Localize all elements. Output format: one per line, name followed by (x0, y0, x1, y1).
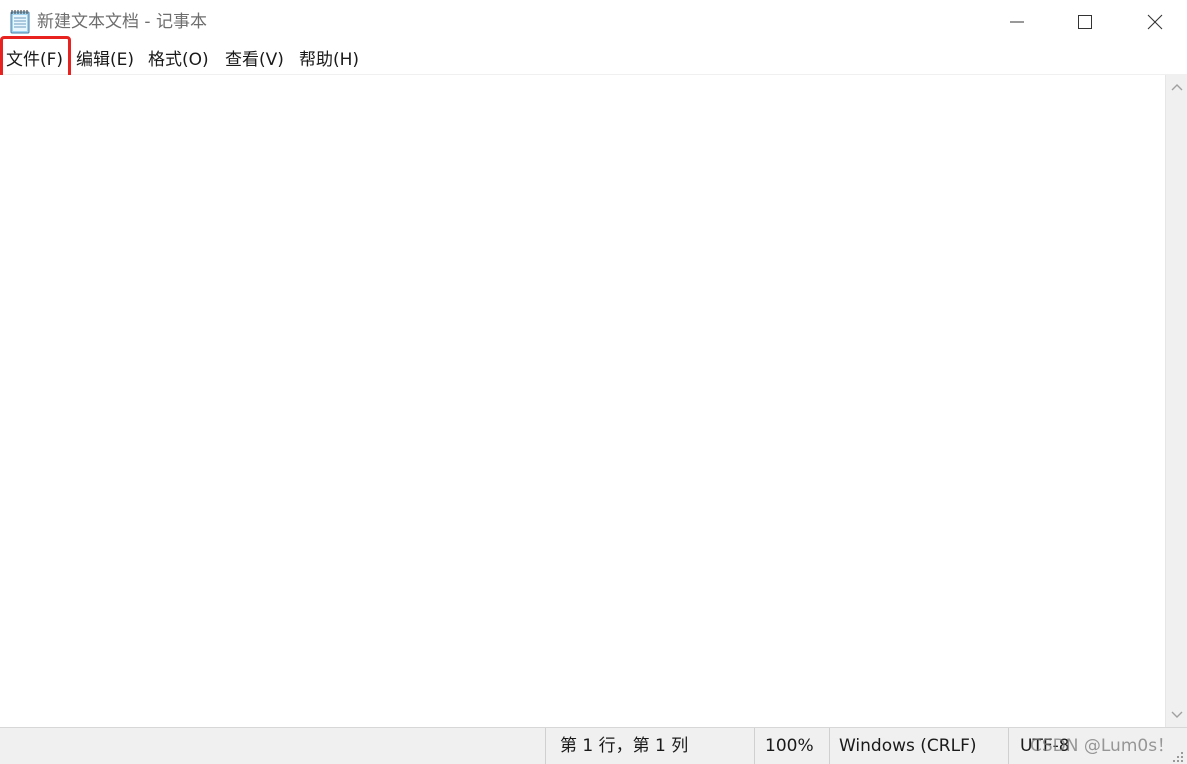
menu-bar: 文件(F) 编辑(E) 格式(O) 查看(V) 帮助(H) (0, 44, 1187, 75)
notepad-window: 新建文本文档 - 记事本 文件(F) 编辑(E) 格式(O) 查看(V) 帮助(… (0, 0, 1187, 764)
title-bar[interactable]: 新建文本文档 - 记事本 (0, 0, 1187, 44)
scroll-down-button[interactable] (1166, 703, 1187, 727)
line-ending: Windows (CRLF) (829, 728, 1008, 764)
menu-file[interactable]: 文件(F) (3, 46, 66, 74)
close-button[interactable] (1120, 0, 1187, 44)
chevron-down-icon (1171, 711, 1183, 718)
scroll-up-button[interactable] (1166, 75, 1187, 99)
maximize-icon (1078, 15, 1092, 29)
chevron-up-icon (1171, 84, 1183, 91)
watermark: CSDN @Lum0s！ (1030, 736, 1175, 756)
window-title: 新建文本文档 - 记事本 (37, 12, 207, 32)
text-editor[interactable] (0, 75, 1165, 727)
menu-format[interactable]: 格式(O) (145, 46, 212, 74)
status-bar: 第 1 行，第 1 列 100% Windows (CRLF) UTF-8 (0, 727, 1187, 764)
cursor-position: 第 1 行，第 1 列 (545, 728, 754, 764)
minimize-icon (1010, 21, 1024, 23)
menu-help[interactable]: 帮助(H) (296, 46, 362, 74)
close-icon (1147, 14, 1163, 30)
minimize-button[interactable] (982, 0, 1052, 44)
notepad-icon (9, 9, 31, 34)
maximize-button[interactable] (1050, 0, 1120, 44)
resize-grip-icon[interactable] (1172, 748, 1184, 762)
menu-view[interactable]: 查看(V) (222, 46, 287, 74)
zoom-level: 100% (754, 728, 829, 764)
vertical-scrollbar[interactable] (1165, 75, 1187, 727)
menu-edit[interactable]: 编辑(E) (73, 46, 137, 74)
